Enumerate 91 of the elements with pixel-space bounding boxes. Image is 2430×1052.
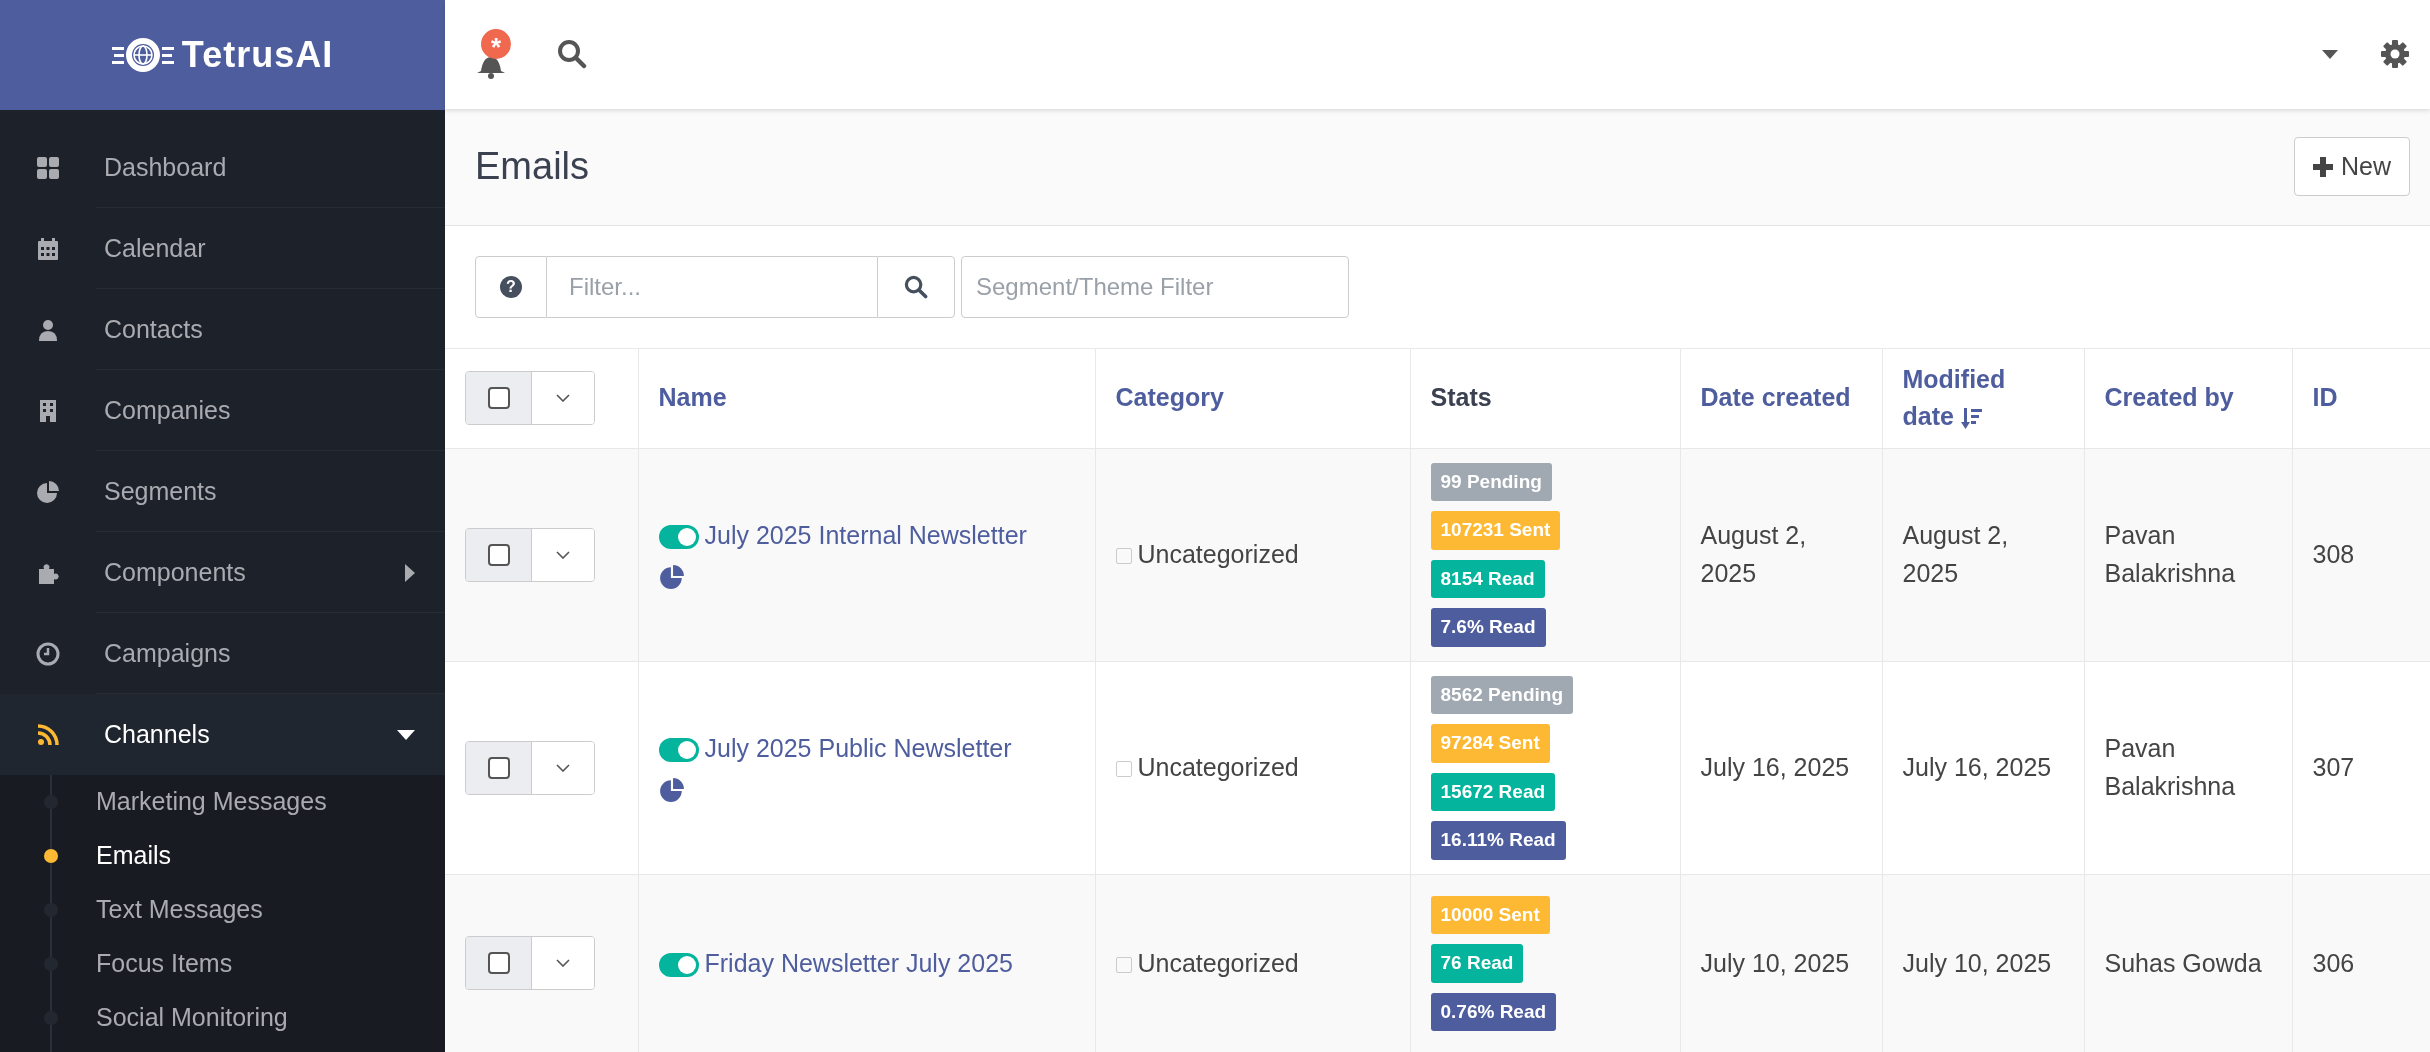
column-header[interactable]: Name (658, 379, 1075, 417)
chevron-down-icon[interactable] (556, 394, 570, 402)
sidebar-item[interactable]: Calendar (0, 208, 445, 289)
email-name-link[interactable]: July 2025 Public Newsletter (704, 734, 1012, 762)
stat-label: 16.11% Read (1430, 821, 1566, 860)
checkbox[interactable] (487, 543, 510, 566)
select-checkbox-group[interactable] (465, 740, 595, 795)
stat-label: 97284 Sent (1430, 724, 1550, 763)
sidebar-subitem[interactable]: Social Monitoring (0, 991, 445, 1045)
rss-icon (36, 722, 60, 747)
caret-down-icon (397, 729, 415, 740)
chevron-down-icon[interactable] (556, 550, 570, 559)
checkbox[interactable] (487, 387, 510, 409)
publish-toggle[interactable] (658, 525, 699, 550)
column-header[interactable]: Date created (1700, 379, 1862, 417)
caret-down-icon[interactable] (2322, 49, 2338, 59)
grid-icon (36, 155, 60, 180)
search-icon[interactable] (557, 39, 587, 70)
publish-toggle[interactable] (658, 952, 699, 977)
category-checkbox[interactable] (1115, 548, 1132, 565)
publish-toggle[interactable] (658, 738, 699, 763)
stat-label: 76 Read (1430, 944, 1524, 983)
caret-right-icon (405, 563, 415, 582)
stat-label: 8154 Read (1430, 559, 1545, 598)
person-icon (36, 317, 60, 342)
select-checkbox-group[interactable] (465, 371, 595, 425)
id-text: 308 (2312, 539, 2355, 568)
date-created-text: July 10, 2025 (1700, 948, 1850, 977)
category-text: Uncategorized (1137, 539, 1299, 568)
segment-filter-field[interactable]: Segment/Theme Filter (961, 255, 1349, 318)
category-checkbox[interactable] (1115, 761, 1132, 778)
stat-label: 8562 Pending (1430, 675, 1573, 714)
search-icon (904, 274, 928, 299)
sidebar-subitem[interactable]: Marketing Messages (0, 775, 445, 829)
column-header[interactable]: Category (1115, 379, 1390, 417)
chevron-down-icon[interactable] (556, 959, 570, 968)
filter-field[interactable]: Filter... (547, 255, 877, 318)
sidebar-item[interactable]: Contacts (0, 289, 445, 370)
bullet-dot (44, 849, 58, 863)
id-text: 307 (2312, 752, 2355, 781)
date-created-text: July 16, 2025 (1700, 752, 1850, 781)
category-text: Uncategorized (1137, 752, 1299, 781)
author-name: Pavan Balakrishna (2104, 734, 2236, 800)
select-checkbox-group[interactable] (465, 527, 595, 582)
stat-label: 15672 Read (1430, 772, 1556, 811)
notification-badge: * (481, 29, 511, 60)
search-button[interactable] (877, 255, 955, 318)
sidebar-item[interactable]: Campaigns (0, 613, 445, 694)
modified-date-text: July 10, 2025 (1902, 948, 2052, 977)
page-title: Emails (475, 143, 590, 189)
id-text: 306 (2312, 948, 2355, 977)
help-icon: ? (500, 275, 522, 298)
sort-descending-icon[interactable] (1960, 406, 1983, 431)
sidebar-subitem[interactable]: Focus Items (0, 937, 445, 991)
select-checkbox-group[interactable] (465, 936, 595, 991)
date-created-text: August 2, 2025 (1700, 521, 1807, 587)
brand-name: TetrusAI (181, 33, 334, 77)
settings-icon[interactable] (2380, 39, 2410, 70)
clock-icon (36, 641, 60, 666)
plus-icon (2313, 156, 2333, 177)
sidebar-item[interactable]: Dashboard (0, 127, 445, 208)
sidebar-subitem[interactable]: Emails (0, 829, 445, 883)
sidebar-item[interactable]: Channels (0, 694, 445, 775)
checkbox[interactable] (487, 952, 510, 975)
modified-date-text: August 2, 2025 (1902, 521, 2009, 587)
checkbox[interactable] (487, 756, 510, 779)
stat-label: 99 Pending (1430, 462, 1552, 501)
author-name: Suhas Gowda (2104, 948, 2262, 977)
column-header[interactable]: ID (2312, 379, 2410, 417)
column-header[interactable]: Created by (2104, 379, 2272, 417)
author-name: Pavan Balakrishna (2104, 521, 2236, 587)
stat-label: 7.6% Read (1430, 608, 1546, 647)
new-button[interactable]: New (2294, 136, 2410, 197)
sidebar-item[interactable]: Components (0, 532, 445, 613)
pie-chart-icon (36, 479, 60, 504)
email-name-link[interactable]: July 2025 Internal Newsletter (704, 521, 1027, 549)
help-button[interactable]: ? (475, 255, 547, 318)
category-text: Uncategorized (1137, 948, 1299, 977)
chevron-down-icon[interactable] (556, 763, 570, 772)
column-header: Stats (1430, 382, 1493, 414)
sidebar-item[interactable]: Segments (0, 451, 445, 532)
stat-label: 0.76% Read (1430, 992, 1557, 1031)
sidebar-subitem[interactable]: Text Messages (0, 883, 445, 937)
sidebar-item[interactable]: Companies (0, 370, 445, 451)
stat-label: 107231 Sent (1430, 511, 1561, 550)
stat-label: 10000 Sent (1430, 895, 1550, 934)
email-name-link[interactable]: Friday Newsletter July 2025 (704, 948, 1013, 977)
category-checkbox[interactable] (1115, 956, 1132, 973)
calendar-icon (36, 236, 60, 261)
column-header[interactable]: Modified date (1902, 360, 2064, 436)
modified-date-text: July 16, 2025 (1902, 752, 2052, 781)
